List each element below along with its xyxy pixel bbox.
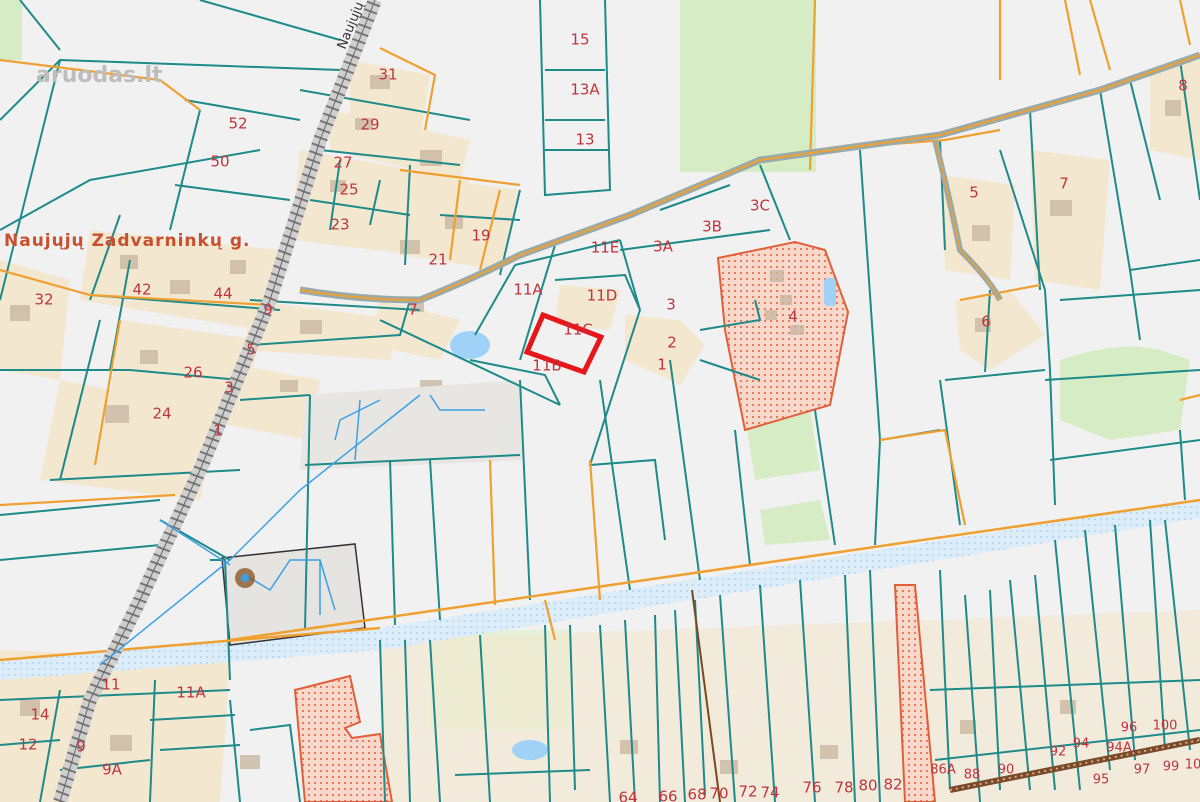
parcel-label-9A: 9A xyxy=(102,761,123,779)
parcel-label-94: 94 xyxy=(1073,737,1090,752)
parcel-label-3: 3 xyxy=(224,379,234,397)
parcel-label-96: 96 xyxy=(1121,721,1138,736)
parcel-label-74: 74 xyxy=(760,784,779,802)
parcel-label-7: 7 xyxy=(408,301,418,319)
parcel-label-82: 82 xyxy=(883,776,902,794)
parcel-label-12: 12 xyxy=(18,736,37,754)
parcel-label-64: 64 xyxy=(618,789,637,802)
parcel-label-3B: 3B xyxy=(702,218,722,236)
parcel-label-24: 24 xyxy=(152,405,171,423)
parcel-label-88: 88 xyxy=(964,768,981,783)
parcel-label-80: 80 xyxy=(858,777,877,795)
parcel-label-31: 31 xyxy=(378,66,397,84)
parcel-label-99: 99 xyxy=(1163,760,1180,775)
parcel-label-9: 9 xyxy=(76,738,86,756)
parcel-label-11D: 11D xyxy=(587,287,618,305)
parcel-label-97: 97 xyxy=(1134,763,1151,778)
parcel-label-11B: 11B xyxy=(532,357,561,375)
street-label: Naujųjų Zadvarninkų g. xyxy=(4,231,250,251)
parcel-label-11A: 11A xyxy=(176,684,206,702)
parcel-label-13A: 13A xyxy=(570,81,600,99)
parcel-label-42: 42 xyxy=(132,281,151,299)
parcel-label-11E: 11E xyxy=(591,239,620,257)
parcel-label-94A: 94A xyxy=(1106,741,1132,756)
parcel-label-14: 14 xyxy=(30,706,49,724)
parcel-label-15: 15 xyxy=(570,31,589,49)
parcel-label-5: 5 xyxy=(246,341,256,359)
parcel-label-78: 78 xyxy=(834,779,853,797)
parcel-label-1: 1 xyxy=(657,356,667,374)
parcel-label-1: 1 xyxy=(213,422,223,440)
parcel-label-4: 4 xyxy=(788,308,798,326)
parcel-label-44: 44 xyxy=(213,285,232,303)
parcel-label-3A: 3A xyxy=(653,238,674,256)
parcel-label-92: 92 xyxy=(1050,745,1067,760)
parcel-label-11: 11 xyxy=(101,676,120,694)
parcel-label-32: 32 xyxy=(34,291,53,309)
map-marker-icon[interactable] xyxy=(235,568,255,588)
parcel-label-68: 68 xyxy=(687,786,706,802)
parcel-label-23: 23 xyxy=(330,216,349,234)
parcel-label-52: 52 xyxy=(228,115,247,133)
parcel-label-6: 6 xyxy=(981,313,991,331)
parcel-label-70: 70 xyxy=(709,785,728,802)
parcel-label-9: 9 xyxy=(263,301,273,319)
cadastral-map[interactable]: aruodas.lt Naujųjų Zadvarninkų g. Naujųj… xyxy=(0,0,1200,802)
parcel-label-76: 76 xyxy=(802,779,821,797)
parcel-label-8: 8 xyxy=(1178,77,1188,95)
parcel-label-86A: 86A xyxy=(930,763,956,778)
parcel-label-5: 5 xyxy=(969,184,979,202)
parcel-label-26: 26 xyxy=(183,364,202,382)
parcel-label-27: 27 xyxy=(333,154,352,172)
parcel-label-90: 90 xyxy=(998,763,1015,778)
parcel-label-3: 3 xyxy=(666,296,676,314)
parcel-label-11A: 11A xyxy=(513,281,543,299)
parcel-label-66: 66 xyxy=(658,788,677,802)
parcel-label-100: 100 xyxy=(1153,719,1178,734)
parcel-label-21: 21 xyxy=(428,251,447,269)
parcel-label-72: 72 xyxy=(738,783,757,801)
parcel-label-11C: 11C xyxy=(563,321,593,339)
parcel-label-19: 19 xyxy=(471,227,490,245)
watermark-logo: aruodas.lt xyxy=(36,63,163,88)
parcel-label-50: 50 xyxy=(210,153,229,171)
parcel-label-25: 25 xyxy=(339,181,358,199)
parcel-label-13: 13 xyxy=(575,131,594,149)
parcel-label-3C: 3C xyxy=(750,197,770,215)
parcel-label-95: 95 xyxy=(1093,773,1110,788)
parcel-label-7: 7 xyxy=(1059,175,1069,193)
parcel-label-10: 10 xyxy=(1185,758,1200,773)
parcel-label-2: 2 xyxy=(667,334,677,352)
parcel-label-29: 29 xyxy=(360,116,379,134)
